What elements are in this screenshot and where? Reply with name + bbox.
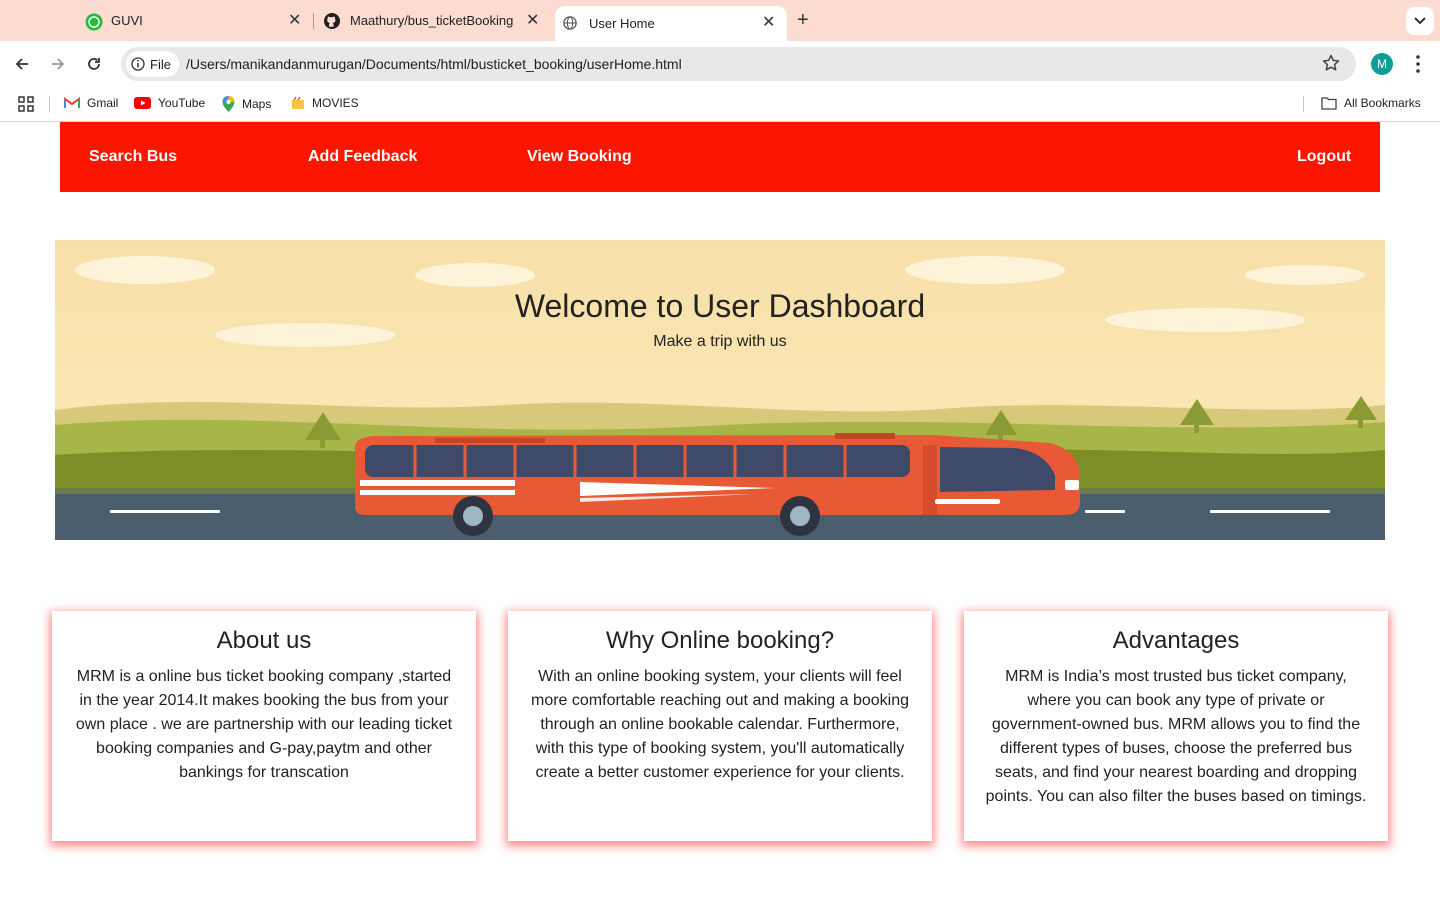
tab-title: GUVI [111,13,143,28]
tab-github[interactable]: Maathury/bus_ticketBooking ✕ [315,0,551,41]
folder-icon [1321,96,1337,110]
tab-search-button[interactable] [1406,7,1434,35]
reload-button[interactable] [82,52,106,76]
why-online-booking-card: Why Online booking? With an online booki… [508,611,932,841]
apps-button[interactable] [18,96,34,112]
chip-label: File [150,56,171,72]
nav-view-booking[interactable]: View Booking [527,148,632,166]
tab-divider [313,13,314,29]
url-text[interactable]: /Users/manikandanmurugan/Documents/html/… [186,56,682,72]
advantages-card: Advantages MRM is India’s most trusted b… [964,611,1388,841]
new-tab-button[interactable]: + [797,9,809,32]
page-content: Search Bus Add Feedback View Booking Log… [0,122,1440,900]
nav-search-bus[interactable]: Search Bus [89,148,177,166]
tab-title: User Home [589,16,655,31]
bookmark-maps[interactable]: Maps [222,96,271,112]
arrow-left-icon [15,58,28,70]
nav-add-feedback[interactable]: Add Feedback [308,148,417,166]
info-icon [131,57,145,71]
tab-guvi[interactable]: GUVI ✕ [76,0,308,41]
card-title: About us [216,627,312,654]
card-body: With an online booking system, your clie… [531,668,909,781]
tab-user-home[interactable]: User Home ✕ [555,6,787,41]
bookmark-label: Gmail [87,96,119,110]
card-body: MRM is a online bus ticket booking compa… [75,668,453,781]
bookmark-label: Maps [242,97,272,111]
bookmark-divider [49,96,50,112]
bookmark-label: MOVIES [312,96,359,110]
bus-illustration [55,240,1385,540]
gmail-icon [64,97,80,109]
address-bar[interactable]: File /Users/manikandanmurugan/Documents/… [121,47,1356,81]
hero-banner: Welcome to User Dashboard Make a trip wi… [55,240,1385,540]
browser-tabstrip: GUVI ✕ Maathury/bus_ticketBooking ✕ User… [0,0,1440,41]
bookmark-youtube[interactable]: YouTube [134,96,205,110]
maps-icon [222,96,235,112]
bookmark-star-icon[interactable] [1321,53,1341,78]
bookmark-label: All Bookmarks [1344,96,1421,110]
bookmark-divider [1303,96,1304,112]
reload-icon [88,58,100,70]
bookmark-movies[interactable]: MOVIES [291,96,359,110]
more-vert-icon [1416,55,1420,73]
guvi-icon [85,13,103,30]
github-icon [324,12,340,29]
about-us-card: About us MRM is a online bus ticket book… [52,611,476,841]
hero-subtitle: Make a trip with us [653,333,787,350]
youtube-icon [134,97,151,109]
forward-button[interactable] [46,52,70,76]
browser-toolbar: File /Users/manikandanmurugan/Documents/… [0,41,1440,87]
hero-title: Welcome to User Dashboard [514,288,926,324]
bookmark-label: YouTube [158,96,206,110]
card-title: Why Online booking? [605,627,835,654]
back-button[interactable] [10,52,34,76]
close-tab-icon[interactable]: ✕ [288,12,301,29]
chevron-down-icon [1414,17,1426,25]
profile-avatar[interactable]: M [1371,53,1393,75]
all-bookmarks-button[interactable]: All Bookmarks [1321,96,1421,110]
card-body: MRM is India’s most trusted bus ticket c… [985,668,1367,805]
arrow-right-icon [52,58,65,70]
apps-grid-icon [18,96,34,112]
top-navigation: Search Bus Add Feedback View Booking Log… [60,122,1380,192]
card-title: Advantages [1112,627,1240,654]
close-tab-icon[interactable]: ✕ [526,12,539,29]
site-info-chip[interactable]: File [126,51,179,77]
bookmark-gmail[interactable]: Gmail [64,96,118,110]
globe-icon [563,15,579,32]
close-tab-icon[interactable]: ✕ [762,15,775,31]
tab-title: Maathury/bus_ticketBooking [350,13,514,28]
bookmarks-bar: Gmail YouTube Maps MOVIES All Bookmarks [0,87,1440,122]
browser-menu-button[interactable] [1408,52,1428,81]
nav-logout[interactable]: Logout [1297,148,1351,166]
movies-icon [291,96,305,110]
